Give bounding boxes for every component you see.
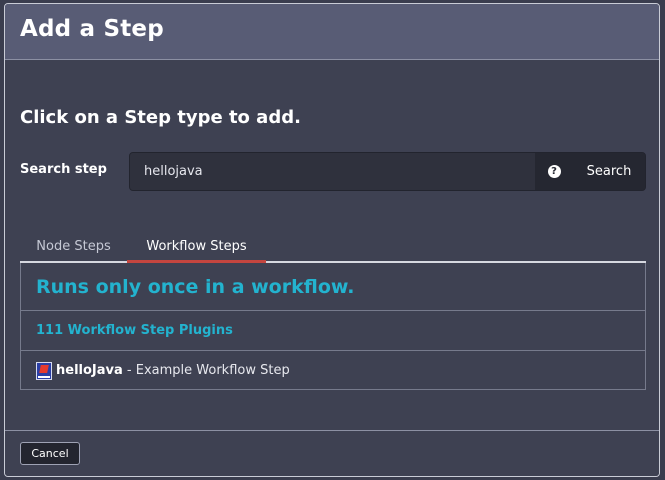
add-step-dialog: Add a Step Click on a Step type to add. … (4, 3, 660, 477)
search-step-group: ? Search (129, 152, 646, 191)
cancel-button[interactable]: Cancel (20, 442, 80, 465)
workflow-run-note: Runs only once in a workflow. (36, 275, 355, 298)
plugin-icon-mark (39, 364, 49, 373)
dialog-header: Add a Step (5, 4, 659, 60)
plugin-icon-caption (38, 375, 50, 378)
search-button[interactable]: Search (573, 153, 645, 190)
list-intro-row: Runs only once in a workflow. (21, 263, 645, 311)
list-item[interactable]: helloJava - Example Workflow Step (21, 351, 645, 390)
step-type-tabs: Node Steps Workflow Steps (20, 231, 646, 263)
workflow-step-plugins-link[interactable]: 111 Workflow Step Plugins (36, 323, 233, 338)
plugin-description: Example Workflow Step (135, 363, 290, 378)
dialog-title: Add a Step (20, 16, 164, 42)
step-type-heading: Click on a Step type to add. (20, 107, 301, 128)
tab-workflow-steps[interactable]: Workflow Steps (127, 231, 266, 263)
workflow-steps-list: Runs only once in a workflow. 111 Workfl… (20, 263, 646, 390)
plugin-separator: - (122, 363, 136, 378)
plugin-icon (36, 361, 52, 380)
plugin-name: helloJava (56, 363, 123, 378)
list-item[interactable]: 111 Workflow Step Plugins (21, 311, 645, 351)
search-step-label: Search step (20, 162, 107, 177)
question-circle-icon: ? (547, 165, 561, 178)
search-step-input[interactable] (130, 153, 535, 190)
tab-node-steps[interactable]: Node Steps (20, 231, 127, 261)
dialog-footer: Cancel (5, 430, 659, 476)
search-help-button[interactable]: ? (535, 153, 573, 190)
tab-workflow-steps-label: Workflow Steps (146, 238, 247, 254)
